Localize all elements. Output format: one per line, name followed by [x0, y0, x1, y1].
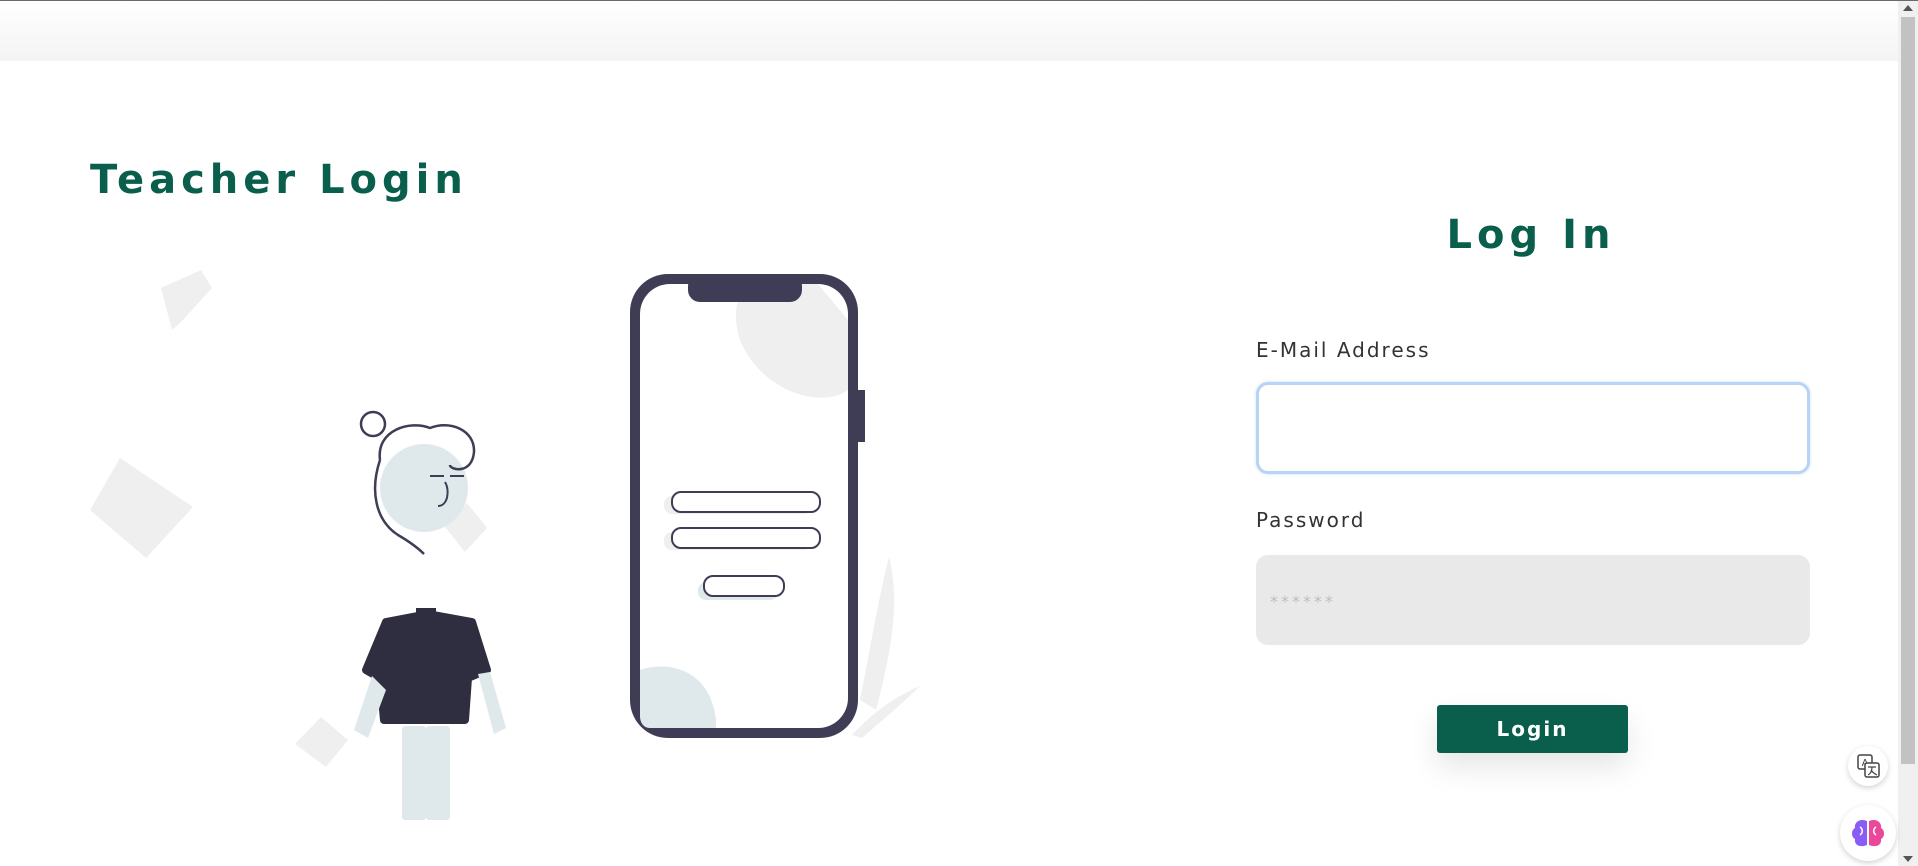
scroll-up-arrow-icon[interactable]: [1903, 5, 1913, 11]
person: [354, 410, 506, 820]
email-label: E-Mail Address: [1256, 338, 1431, 362]
scroll-thumb[interactable]: [1901, 17, 1915, 764]
top-navbar: [0, 1, 1898, 61]
translate-button[interactable]: A: [1848, 746, 1888, 786]
brain-icon: [1852, 819, 1884, 847]
password-field[interactable]: [1256, 555, 1810, 645]
page-title: Teacher Login: [90, 157, 468, 203]
form-heading: Log In: [1446, 212, 1616, 258]
phone: [630, 274, 865, 738]
login-button[interactable]: Login: [1437, 705, 1628, 753]
assistant-button[interactable]: [1840, 805, 1896, 861]
scroll-down-arrow-icon[interactable]: [1903, 856, 1913, 862]
vertical-scrollbar[interactable]: [1898, 1, 1918, 866]
email-field[interactable]: [1256, 382, 1810, 474]
login-illustration: [90, 270, 920, 820]
password-label: Password: [1256, 508, 1366, 532]
translate-icon: A: [1857, 754, 1880, 778]
